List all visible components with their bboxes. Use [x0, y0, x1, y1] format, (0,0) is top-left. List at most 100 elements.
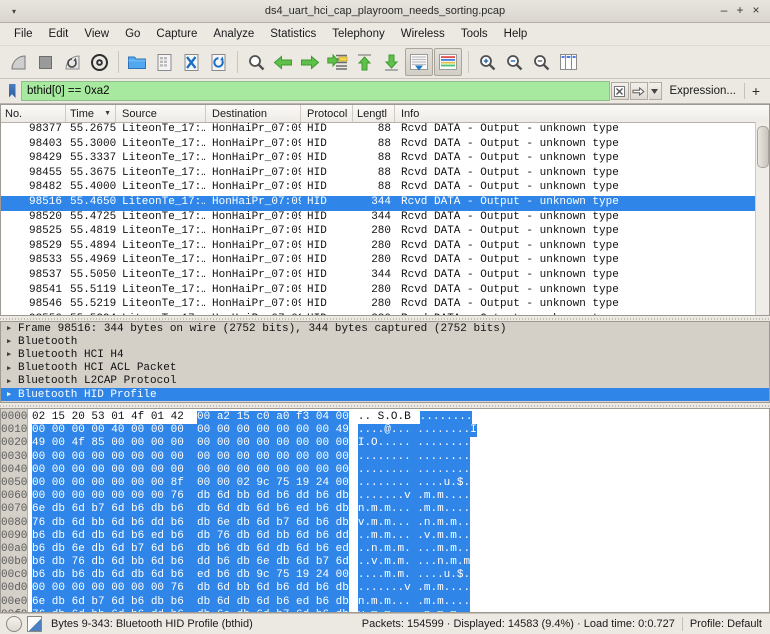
hex-row[interactable]: 00 00 00 00 00 00 00 00 00 00 00 00 00 0…: [32, 464, 769, 477]
auto-scroll-icon[interactable]: [405, 48, 433, 76]
menu-statistics[interactable]: Statistics: [262, 26, 324, 42]
detail-tree-item[interactable]: ▶Bluetooth HCI H4: [1, 348, 769, 361]
filter-bookmark-icon[interactable]: [3, 81, 21, 101]
packet-row[interactable]: 9854155.511951LiteonTe_17:…HonHaiPr_07:0…: [1, 284, 769, 299]
zoom-out-icon[interactable]: [501, 49, 527, 75]
packet-row[interactable]: 9852555.481959LiteonTe_17:…HonHaiPr_07:0…: [1, 225, 769, 240]
hex-row[interactable]: 76 db 6d bb 6d b6 dd b6 db 6e db 6d b7 6…: [32, 609, 769, 613]
apply-filter-icon[interactable]: [630, 82, 648, 100]
hex-row[interactable]: 00 00 00 00 00 00 00 8f 00 00 02 9c 75 1…: [32, 477, 769, 490]
zoom-reset-icon[interactable]: [528, 49, 554, 75]
packet-row[interactable]: 9852955.489459LiteonTe_17:…HonHaiPr_07:0…: [1, 240, 769, 255]
packet-row[interactable]: 9851655.465036LiteonTe_17:…HonHaiPr_07:0…: [1, 196, 769, 211]
window-menu-icon[interactable]: ▾: [4, 7, 24, 16]
detail-tree-item[interactable]: ▶Bluetooth HID Profile: [1, 388, 769, 401]
reload-file-icon[interactable]: [205, 49, 231, 75]
packet-row[interactable]: 9840355.300038LiteonTe_17:…HonHaiPr_07:0…: [1, 138, 769, 153]
go-back-icon[interactable]: [270, 49, 296, 75]
minimize-button[interactable]: –: [716, 3, 732, 19]
packet-row[interactable]: 9853755.505035LiteonTe_17:…HonHaiPr_07:0…: [1, 269, 769, 284]
hex-bytes-column[interactable]: 02 15 20 53 01 4f 01 42 00 a2 15 c0 a0 f…: [28, 409, 769, 612]
expander-triangle-icon[interactable]: ▶: [7, 364, 18, 373]
packet-list-pane[interactable]: No. Time ▼ Source Destination Protocol L…: [0, 104, 770, 316]
add-filter-button[interactable]: +: [745, 83, 767, 99]
expander-triangle-icon[interactable]: ▶: [7, 390, 18, 399]
hex-row[interactable]: 00 00 00 00 00 00 00 76 db 6d bb 6d b6 d…: [32, 490, 769, 503]
expert-info-icon[interactable]: [6, 616, 22, 632]
zoom-in-icon[interactable]: [474, 49, 500, 75]
go-forward-icon[interactable]: [297, 49, 323, 75]
capture-options-icon[interactable]: [86, 49, 112, 75]
hex-row[interactable]: 02 15 20 53 01 4f 01 42 00 a2 15 c0 a0 f…: [32, 411, 769, 424]
hex-row[interactable]: 00 00 00 00 00 00 00 00 00 00 00 00 00 0…: [32, 451, 769, 464]
hex-row[interactable]: 00 00 00 00 00 00 00 76 db 6d bb 6d b6 d…: [32, 582, 769, 595]
packet-row[interactable]: 9855055.529464LiteonTe_17:…HonHaiPr_07:0…: [1, 313, 769, 315]
column-header-source[interactable]: Source: [116, 105, 206, 122]
filter-expression-button[interactable]: Expression...: [662, 85, 744, 97]
go-to-first-icon[interactable]: [351, 49, 377, 75]
hex-row[interactable]: b6 db 76 db 6d bb 6d b6 dd b6 db 6e db 6…: [32, 556, 769, 569]
capture-file-properties-icon[interactable]: [27, 616, 42, 632]
hex-row[interactable]: b6 db b6 db 6d db 6d b6 ed b6 db 9c 75 1…: [32, 569, 769, 582]
filter-history-dropdown-icon[interactable]: [649, 82, 662, 100]
hex-row[interactable]: 49 00 4f 85 00 00 00 00 00 00 00 00 00 0…: [32, 437, 769, 450]
packet-row[interactable]: 9842955.333776LiteonTe_17:…HonHaiPr_07:0…: [1, 152, 769, 167]
maximize-button[interactable]: +: [732, 3, 748, 19]
expander-triangle-icon[interactable]: ▶: [7, 377, 18, 386]
go-to-packet-icon[interactable]: [324, 49, 350, 75]
column-header-length[interactable]: Lengtl: [353, 105, 395, 122]
save-file-icon[interactable]: [151, 49, 177, 75]
packet-list-scrollbar[interactable]: [755, 122, 769, 315]
resize-columns-icon[interactable]: [555, 49, 581, 75]
expander-triangle-icon[interactable]: ▶: [7, 337, 18, 346]
column-header-protocol[interactable]: Protocol: [301, 105, 353, 122]
packet-list-body[interactable]: 9837755.267508LiteonTe_17:…HonHaiPr_07:0…: [1, 123, 769, 315]
packet-details-pane[interactable]: ▶Frame 98516: 344 bytes on wire (2752 bi…: [0, 321, 770, 403]
menu-capture[interactable]: Capture: [148, 26, 205, 42]
display-filter-input[interactable]: bthid[0] == 0xa2: [21, 81, 610, 101]
menu-view[interactable]: View: [76, 26, 117, 42]
hex-row[interactable]: 76 db 6d bb 6d b6 dd b6 db 6e db 6d b7 6…: [32, 517, 769, 530]
find-packet-icon[interactable]: [243, 49, 269, 75]
menu-tools[interactable]: Tools: [453, 26, 496, 42]
menu-telephony[interactable]: Telephony: [324, 26, 392, 42]
detail-tree-item[interactable]: ▶Frame 98516: 344 bytes on wire (2752 bi…: [1, 322, 769, 335]
start-capture-icon[interactable]: [5, 49, 31, 75]
menu-help[interactable]: Help: [496, 26, 536, 42]
column-header-no[interactable]: No.: [1, 105, 66, 122]
hex-row[interactable]: b6 db 6d db 6d b6 ed b6 db 76 db 6d bb 6…: [32, 530, 769, 543]
detail-tree-item[interactable]: ▶Bluetooth L2CAP Protocol: [1, 375, 769, 388]
detail-tree-item[interactable]: ▶Bluetooth: [1, 335, 769, 348]
open-file-icon[interactable]: [124, 49, 150, 75]
hex-row[interactable]: 6e db 6d b7 6d b6 db b6 db 6d db 6d b6 e…: [32, 596, 769, 609]
packet-row[interactable]: 9852055.472536LiteonTe_17:…HonHaiPr_07:0…: [1, 211, 769, 226]
colorize-icon[interactable]: [434, 48, 462, 76]
close-file-icon[interactable]: [178, 49, 204, 75]
status-profile[interactable]: Profile: Default: [690, 618, 762, 630]
packet-row[interactable]: 9853355.496941LiteonTe_17:…HonHaiPr_07:0…: [1, 254, 769, 269]
packet-list-scroll-thumb[interactable]: [757, 126, 769, 168]
menu-wireless[interactable]: Wireless: [393, 26, 453, 42]
packet-row[interactable]: 9837755.267508LiteonTe_17:…HonHaiPr_07:0…: [1, 123, 769, 138]
menu-go[interactable]: Go: [117, 26, 148, 42]
expander-triangle-icon[interactable]: ▶: [7, 350, 18, 359]
menu-analyze[interactable]: Analyze: [205, 26, 262, 42]
hex-row[interactable]: b6 db 6e db 6d b7 6d b6 db b6 db 6d db 6…: [32, 543, 769, 556]
packet-row[interactable]: 9848255.400052LiteonTe_17:…HonHaiPr_07:0…: [1, 181, 769, 196]
restart-capture-icon[interactable]: [59, 49, 85, 75]
column-header-info[interactable]: Info: [395, 105, 769, 122]
column-header-destination[interactable]: Destination: [206, 105, 301, 122]
menu-edit[interactable]: Edit: [41, 26, 77, 42]
stop-capture-icon[interactable]: [32, 49, 58, 75]
hex-row[interactable]: 6e db 6d b7 6d b6 db b6 db 6d db 6d b6 e…: [32, 503, 769, 516]
packet-bytes-pane[interactable]: 0000001000200030004000500060007000800090…: [0, 408, 770, 613]
menu-file[interactable]: File: [6, 26, 41, 42]
clear-filter-icon[interactable]: [611, 82, 629, 100]
close-button[interactable]: ×: [748, 3, 764, 19]
packet-row[interactable]: 9845555.367520LiteonTe_17:…HonHaiPr_07:0…: [1, 167, 769, 182]
detail-tree-item[interactable]: ▶Bluetooth HCI ACL Packet: [1, 362, 769, 375]
hex-row[interactable]: 00 00 00 00 40 00 00 00 00 00 00 00 00 0…: [32, 424, 769, 437]
go-to-last-icon[interactable]: [378, 49, 404, 75]
column-header-time[interactable]: Time ▼: [66, 105, 116, 122]
packet-row[interactable]: 9854655.521973LiteonTe_17:…HonHaiPr_07:0…: [1, 298, 769, 313]
